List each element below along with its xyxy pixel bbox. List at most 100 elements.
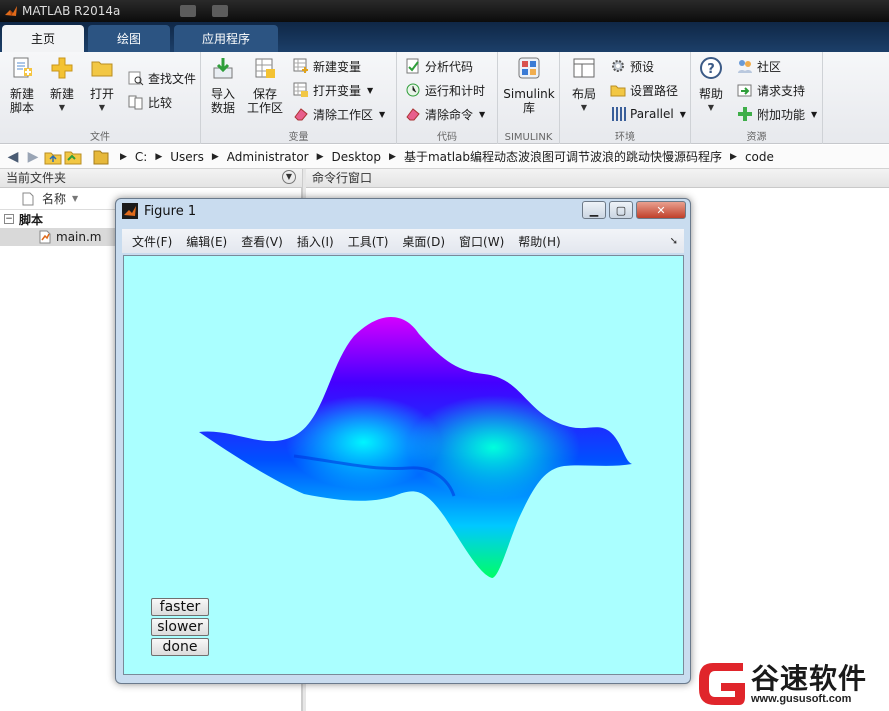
path-segment[interactable]: code (745, 150, 774, 164)
parallel-button[interactable]: Parallel ▼ (610, 104, 686, 124)
preferences-button[interactable]: 预设 (610, 56, 654, 76)
command-window-title: 命令行窗口 (312, 171, 373, 185)
dock-arrow-icon[interactable]: ➘ (670, 236, 678, 247)
tab-apps[interactable]: 应用程序 (174, 25, 278, 52)
menu-desktop[interactable]: 桌面(D) (402, 233, 445, 250)
add-ons-label: 附加功能 (757, 107, 806, 122)
done-button[interactable]: done (151, 638, 209, 656)
help-label: 帮助 (698, 87, 723, 101)
wave-highlight (199, 316, 632, 578)
open-variable-button[interactable]: 打开变量 ▼ (293, 80, 373, 100)
open-variable-icon (293, 82, 308, 97)
ribbon-tabstrip: 主页 绘图 应用程序 (0, 22, 889, 52)
community-button[interactable]: 社区 (737, 56, 781, 76)
maximize-button[interactable]: ▢ (609, 201, 633, 219)
figure-window[interactable]: Figure 1 ▁ ▢ ✕ 文件(F) 编辑(E) 查看(V) 插入(I) 工… (115, 198, 691, 684)
menu-insert[interactable]: 插入(I) (297, 233, 334, 250)
current-folder-title: 当前文件夹 (6, 171, 67, 185)
new-button[interactable]: 新建 ▼ (42, 56, 82, 115)
ribbon-group-resources: ? 帮助 ▼ 社区 请求支持 附加功能 ▼ 资源 (691, 52, 823, 144)
menu-tools[interactable]: 工具(T) (348, 233, 389, 250)
close-button[interactable]: ✕ (636, 201, 686, 219)
simulink-library-button[interactable]: Simulink 库 (502, 56, 556, 115)
find-files-button[interactable]: 查找文件 (128, 68, 196, 88)
forward-arrow-icon[interactable]: ▶ (24, 149, 42, 165)
path-separator-icon: ▶ (155, 151, 163, 162)
figure-canvas[interactable]: faster slower done (123, 255, 684, 675)
new-label: 新建 (49, 87, 74, 101)
group-label-variable: 变量 (288, 132, 309, 143)
tab-home[interactable]: 主页 (2, 25, 84, 52)
clear-commands-button[interactable]: 清除命令 ▼ (405, 104, 485, 124)
back-arrow-icon[interactable]: ◀ (4, 149, 22, 165)
help-button[interactable]: ? 帮助 ▼ (691, 56, 731, 115)
set-path-button[interactable]: 设置路径 (610, 80, 678, 100)
open-variable-label: 打开变量 (313, 83, 362, 98)
open-button[interactable]: 打开 ▼ (82, 56, 122, 115)
path-segment[interactable]: 基于matlab编程动态波浪图可调节波浪的跳动快慢源码程序 (404, 148, 722, 165)
tab-plots[interactable]: 绘图 (88, 25, 170, 52)
new-variable-button[interactable]: 新建变量 (293, 56, 361, 76)
ribbon-group-code: 分析代码 运行和计时 清除命令 ▼ 代码 (397, 52, 498, 144)
import-data-button[interactable]: 导入 数据 (203, 56, 243, 115)
path-segment[interactable]: Users (170, 150, 204, 164)
menu-view[interactable]: 查看(V) (241, 233, 283, 250)
current-folder-header: 当前文件夹 ▼ (0, 169, 302, 188)
sort-arrow-icon: ▼ (72, 194, 79, 203)
analyze-code-label: 分析代码 (425, 59, 474, 74)
path-segment[interactable]: Desktop (332, 150, 382, 164)
new-script-icon (13, 57, 32, 78)
path-segment[interactable]: C: (135, 150, 147, 164)
chevron-down-icon: ▼ (811, 109, 818, 119)
up-folder-icon[interactable] (44, 149, 62, 165)
path-separator-icon: ▶ (211, 151, 219, 162)
chevron-down-icon: ▼ (479, 109, 486, 119)
menu-window[interactable]: 窗口(W) (459, 233, 504, 250)
title-bar-control[interactable] (180, 5, 196, 17)
menu-edit[interactable]: 编辑(E) (186, 233, 227, 250)
compare-button[interactable]: 比较 (128, 92, 172, 112)
open-label: 打开 (89, 87, 114, 101)
app-title: MATLAB R2014a (22, 4, 121, 18)
new-script-button[interactable]: 新建 脚本 (2, 56, 42, 115)
add-ons-button[interactable]: 附加功能 ▼ (737, 104, 817, 124)
chevron-down-icon: ▼ (580, 103, 588, 112)
path-segment[interactable]: Administrator (227, 150, 309, 164)
add-ons-icon (738, 107, 752, 121)
browse-folder-icon[interactable] (64, 149, 82, 165)
clear-workspace-label: 清除工作区 (313, 107, 374, 122)
minimize-button[interactable]: ▁ (582, 201, 606, 219)
faster-button[interactable]: faster (151, 598, 209, 616)
chevron-down-icon: ▼ (367, 85, 374, 95)
title-bar-control[interactable] (212, 5, 228, 17)
slower-button[interactable]: slower (151, 618, 209, 636)
group-label-file: 文件 (90, 132, 110, 143)
collapse-icon[interactable]: − (4, 214, 14, 224)
title-bar: MATLAB R2014a (0, 0, 889, 22)
layout-icon (573, 58, 595, 78)
clear-workspace-button[interactable]: 清除工作区 ▼ (293, 104, 385, 124)
help-icon: ? (700, 57, 722, 79)
request-support-button[interactable]: 请求支持 (737, 80, 805, 100)
analyze-code-button[interactable]: 分析代码 (405, 56, 473, 76)
eraser-icon (294, 108, 308, 121)
run-and-time-button[interactable]: 运行和计时 (405, 80, 485, 100)
parallel-label: Parallel (630, 107, 674, 121)
layout-button[interactable]: 布局 ▼ (564, 56, 604, 115)
save-workspace-button[interactable]: 保存 工作区 (245, 56, 285, 115)
chevron-down-icon: ▼ (707, 103, 715, 112)
matlab-logo-icon (5, 6, 17, 16)
panel-menu-icon[interactable]: ▼ (282, 170, 296, 184)
preferences-label: 预设 (630, 59, 655, 74)
analyze-code-icon (406, 58, 419, 74)
ribbon-group-variable: 导入 数据 保存 工作区 新建变量 打开变量 ▼ 清除工作区 ▼ 变量 (201, 52, 397, 144)
menu-file[interactable]: 文件(F) (132, 233, 172, 250)
name-column-label: 名称 (42, 192, 67, 206)
menu-help[interactable]: 帮助(H) (518, 233, 560, 250)
path-separator-icon: ▶ (316, 151, 324, 162)
address-bar[interactable]: ◀ ▶ ▶ C: ▶ Users ▶ Administrator ▶ Deskt… (0, 145, 889, 169)
file-name: main.m (56, 230, 102, 244)
ribbon: 新建 脚本 新建 ▼ 打开 ▼ 查找文件 比较 文件 导入 数据 保存 工作区 … (0, 52, 889, 144)
new-variable-icon (293, 58, 308, 73)
watermark: 谷速软件 www.gususoft.com (693, 655, 889, 711)
